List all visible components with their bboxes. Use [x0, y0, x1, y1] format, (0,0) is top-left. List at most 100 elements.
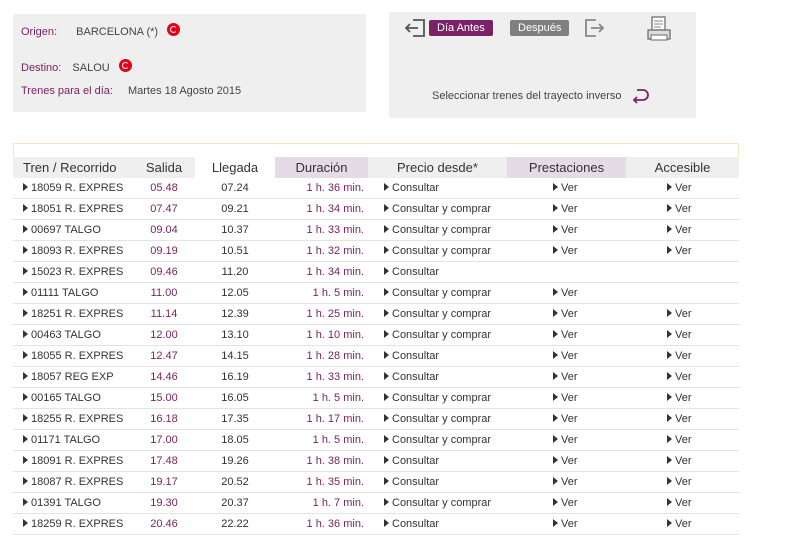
services-link[interactable]: Ver — [553, 413, 578, 425]
duration-value: 1 h. 32 min. — [306, 245, 364, 257]
train-link[interactable]: 18087 R. EXPRES — [23, 476, 123, 488]
price-link[interactable]: Consultar — [384, 266, 439, 278]
accessible-link[interactable]: Ver — [667, 497, 692, 509]
train-link[interactable]: 01111 TALGO — [23, 287, 98, 299]
price-link[interactable]: Consultar y comprar — [384, 245, 491, 257]
price-link[interactable]: Consultar — [384, 476, 439, 488]
services-link[interactable]: Ver — [553, 182, 578, 194]
price-link[interactable]: Consultar — [384, 350, 439, 362]
triangle-icon — [553, 414, 558, 422]
services-link[interactable]: Ver — [553, 497, 578, 509]
accessible-link[interactable]: Ver — [667, 182, 692, 194]
header-precio: Precio desde* — [368, 157, 507, 178]
accessible-link[interactable]: Ver — [667, 350, 692, 362]
previous-day-button[interactable]: Día Antes — [429, 20, 493, 36]
price-cell: Consultar y comprar — [368, 198, 507, 220]
price-link[interactable]: Consultar y comprar — [384, 224, 491, 236]
arrival-cell: 19.26 — [195, 450, 275, 472]
services-link[interactable]: Ver — [553, 392, 578, 404]
services-label: Ver — [561, 350, 578, 362]
train-link[interactable]: 01391 TALGO — [23, 497, 101, 509]
print-icon[interactable] — [647, 16, 671, 42]
services-link[interactable]: Ver — [553, 350, 578, 362]
services-link[interactable]: Ver — [553, 371, 578, 383]
price-link[interactable]: Consultar y comprar — [384, 287, 491, 299]
price-link[interactable]: Consultar y comprar — [384, 329, 491, 341]
arrow-left-icon[interactable] — [405, 18, 427, 38]
services-link[interactable]: Ver — [553, 308, 578, 320]
price-cell: Consultar y comprar — [368, 282, 507, 304]
train-link[interactable]: 18251 R. EXPRES — [23, 308, 123, 320]
table-row: 00165 TALGO 15.00 16.05 1 h. 5 min. Consulta… — [13, 387, 739, 409]
train-link[interactable]: 00697 TALGO — [23, 224, 101, 236]
services-link[interactable]: Ver — [553, 224, 578, 236]
destination-location-icon[interactable] — [118, 59, 132, 72]
train-link[interactable]: 00165 TALGO — [23, 392, 101, 404]
train-link[interactable]: 18057 REG EXP — [23, 371, 114, 383]
price-link[interactable]: Consultar — [384, 455, 439, 467]
price-link[interactable]: Consultar y comprar — [384, 308, 491, 320]
services-label: Ver — [561, 497, 578, 509]
services-cell: Ver — [507, 324, 626, 346]
accessible-link[interactable]: Ver — [667, 203, 692, 215]
services-link[interactable]: Ver — [553, 476, 578, 488]
accessible-link[interactable]: Ver — [667, 476, 692, 488]
train-label: 00165 TALGO — [31, 392, 101, 404]
accessible-link[interactable]: Ver — [667, 434, 692, 446]
search-info-panel: Origen: BARCELONA (*) Destino: SALOU Tre… — [13, 14, 366, 112]
accessible-link[interactable]: Ver — [667, 329, 692, 341]
train-cell: 15023 R. EXPRES — [13, 261, 133, 283]
accessible-link[interactable]: Ver — [667, 308, 692, 320]
train-link[interactable]: 15023 R. EXPRES — [23, 266, 123, 278]
train-link[interactable]: 18059 R. EXPRES — [23, 182, 123, 194]
inverse-route-link[interactable]: Seleccionar trenes del trayecto inverso — [432, 88, 649, 104]
table-row: 18091 R. EXPRES 17.48 19.26 1 h. 38 min. Con… — [13, 450, 739, 472]
services-link[interactable]: Ver — [553, 287, 578, 299]
price-link[interactable]: Consultar y comprar — [384, 203, 491, 215]
train-link[interactable]: 18093 R. EXPRES — [23, 245, 123, 257]
train-link[interactable]: 01171 TALGO — [23, 434, 100, 446]
next-day-button[interactable]: Después — [510, 20, 570, 36]
train-link[interactable]: 18055 R. EXPRES — [23, 350, 123, 362]
price-link[interactable]: Consultar — [384, 182, 439, 194]
header-tren: Tren / Recorrido — [13, 157, 133, 178]
accessible-link[interactable]: Ver — [667, 392, 692, 404]
train-link[interactable]: 00463 TALGO — [23, 329, 101, 341]
price-link[interactable]: Consultar y comprar — [384, 434, 491, 446]
accessible-link[interactable]: Ver — [667, 413, 692, 425]
train-link[interactable]: 18051 R. EXPRES — [23, 203, 123, 215]
price-link[interactable]: Consultar y comprar — [384, 392, 491, 404]
accessible-link[interactable]: Ver — [667, 455, 692, 467]
price-cell: Consultar y comprar — [368, 219, 507, 241]
accessible-link[interactable]: Ver — [667, 245, 692, 257]
price-label: Consultar — [392, 350, 440, 362]
accessible-link[interactable]: Ver — [667, 371, 692, 383]
train-link[interactable]: 18091 R. EXPRES — [23, 455, 123, 467]
table-row: 18051 R. EXPRES 07.47 09.21 1 h. 34 min. Con… — [13, 198, 739, 220]
services-cell: Ver — [507, 303, 626, 325]
services-label: Ver — [561, 182, 578, 194]
trains-table: Tren / Recorrido Salida Llegada Duración… — [13, 157, 739, 535]
accessible-link[interactable]: Ver — [667, 518, 692, 530]
services-cell — [507, 261, 626, 283]
services-link[interactable]: Ver — [553, 245, 578, 257]
services-link[interactable]: Ver — [553, 203, 578, 215]
triangle-icon — [553, 519, 558, 527]
price-link[interactable]: Consultar — [384, 518, 439, 530]
services-link[interactable]: Ver — [553, 329, 578, 341]
duration-value: 1 h. 5 min. — [312, 287, 364, 299]
price-label: Consultar y comprar — [392, 203, 492, 215]
price-link[interactable]: Consultar — [384, 371, 439, 383]
train-label: 18093 R. EXPRES — [31, 245, 124, 257]
train-link[interactable]: 18259 R. EXPRES — [23, 518, 123, 530]
services-link[interactable]: Ver — [553, 434, 578, 446]
price-link[interactable]: Consultar y comprar — [384, 497, 491, 509]
arrival-cell: 16.05 — [195, 387, 275, 409]
services-link[interactable]: Ver — [553, 455, 578, 467]
accessible-link[interactable]: Ver — [667, 224, 692, 236]
arrow-right-icon[interactable] — [583, 18, 605, 38]
train-link[interactable]: 18255 R. EXPRES — [23, 413, 123, 425]
origin-location-icon[interactable] — [167, 23, 181, 36]
services-link[interactable]: Ver — [553, 518, 578, 530]
price-link[interactable]: Consultar y comprar — [384, 413, 491, 425]
